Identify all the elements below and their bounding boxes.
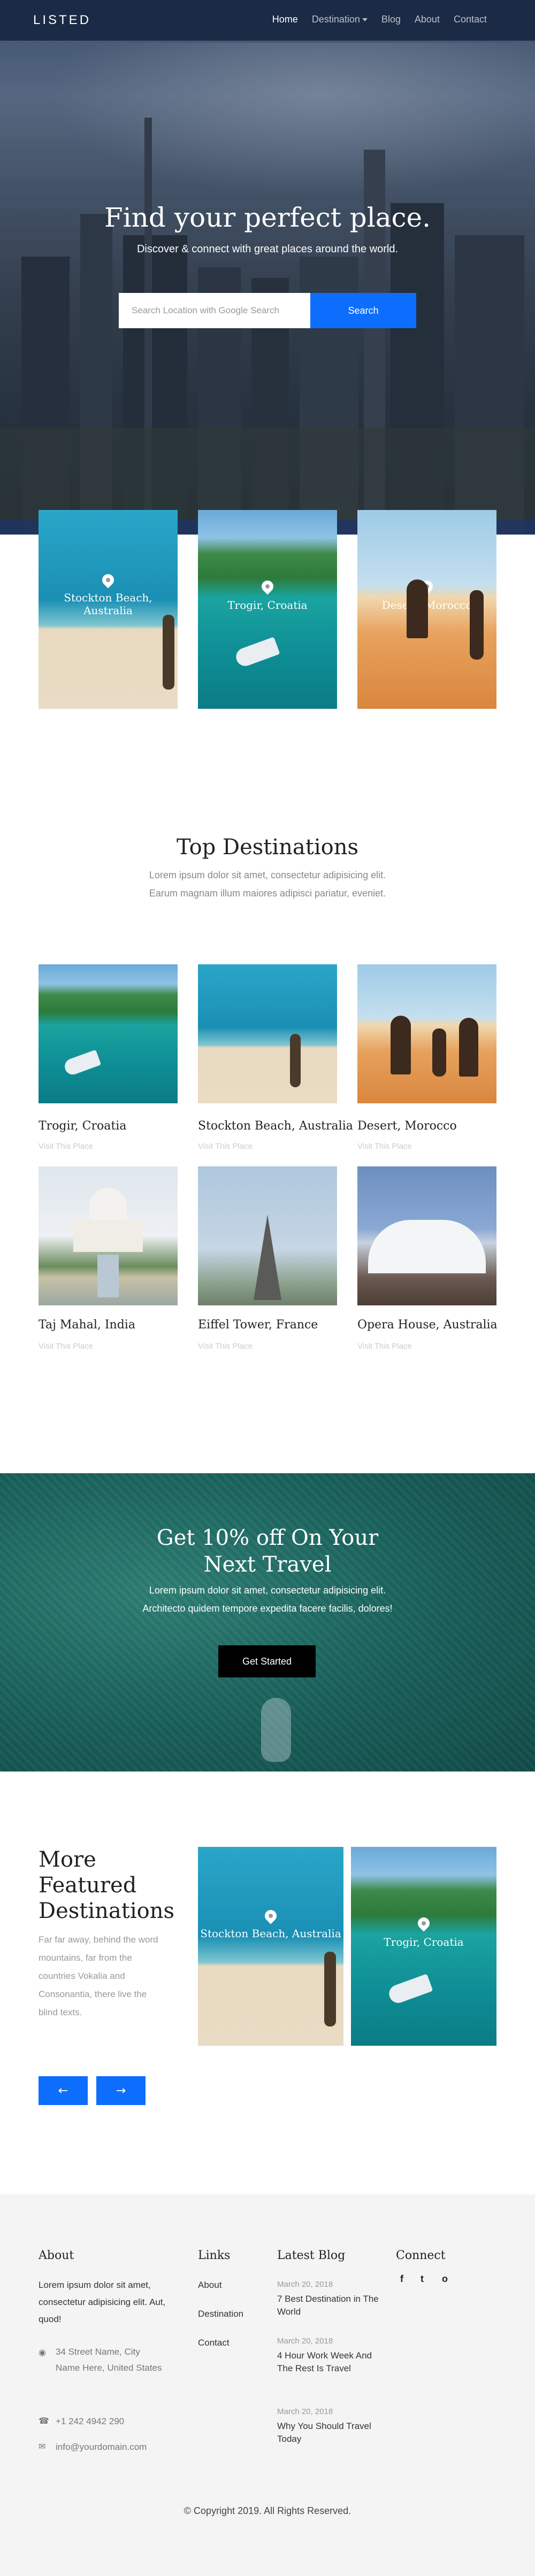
map-pin-icon: ◉: [39, 2348, 46, 2357]
destination-image[interactable]: [357, 1166, 496, 1305]
search-form: Search: [119, 293, 416, 328]
boat-figure: [62, 1049, 102, 1077]
featured-card-label: Trogir, Croatia: [384, 1936, 464, 1948]
phone-icon: ☎: [39, 2417, 49, 2426]
boat-figure: [233, 637, 280, 669]
nav-item-about[interactable]: About: [415, 14, 440, 25]
destination-name[interactable]: Opera House, Australia: [357, 1318, 498, 1332]
destination-image[interactable]: [198, 964, 337, 1103]
section-text: Lorem ipsum dolor sit amet, consectetur …: [149, 870, 386, 899]
destination-name[interactable]: Taj Mahal, India: [39, 1318, 135, 1332]
hero-section: Find your perfect place. Discover & conn…: [0, 0, 535, 535]
destination-image[interactable]: [39, 964, 178, 1103]
reflection-pool: [97, 1255, 119, 1297]
featured-text: Far far away, behind the word mountains,…: [39, 1935, 158, 2017]
camel-figure: [407, 579, 428, 638]
footer-links-title: Links: [198, 2249, 231, 2262]
person-figure: [163, 615, 174, 690]
promo-title: Get 10% off On Your Next Travel: [156, 1526, 379, 1577]
featured-card-label: Stockton Beach, Australia: [200, 1927, 341, 1940]
nav-item-home[interactable]: Home: [272, 14, 298, 25]
tower-figure: [254, 1214, 281, 1300]
hero-card[interactable]: Desert, Morocco: [357, 510, 496, 709]
email-icon: ✉: [39, 2442, 46, 2451]
facebook-icon[interactable]: f: [400, 2273, 403, 2285]
map-pin-icon: [259, 578, 276, 595]
destination-link[interactable]: Visit This Place: [198, 1142, 253, 1151]
copyright: © Copyright 2019. All Rights Reserved.: [184, 2505, 351, 2516]
featured-card[interactable]: Stockton Beach, Australia: [198, 1847, 343, 2046]
hero-title: Find your perfect place.: [104, 202, 431, 233]
hero-card-label: Stockton Beach, Australia: [64, 591, 152, 617]
prev-button[interactable]: ←: [39, 2076, 88, 2105]
footer: About Lorem ipsum dolor sit amet, consec…: [0, 2194, 535, 2576]
blog-post-title[interactable]: 4 Hour Work Week And The Rest Is Travel: [277, 2349, 379, 2375]
nav-item-destination[interactable]: Destination: [312, 14, 368, 25]
destination-link[interactable]: Visit This Place: [39, 1142, 93, 1151]
destination-image[interactable]: [198, 1166, 337, 1305]
person-figure: [324, 1952, 336, 2026]
search-input[interactable]: [119, 293, 310, 328]
blog-post-title[interactable]: 7 Best Destination in The World: [277, 2293, 379, 2318]
instagram-icon[interactable]: o: [442, 2273, 448, 2285]
footer-link-about[interactable]: About: [198, 2277, 221, 2294]
promo-text: Lorem ipsum dolor sit amet, consectetur …: [142, 1585, 393, 1614]
section-title: Top Destinations: [177, 835, 358, 860]
search-button[interactable]: Search: [310, 293, 416, 328]
brand-logo[interactable]: LISTED: [33, 13, 91, 28]
destination-image[interactable]: [357, 964, 496, 1103]
blog-post-date: March 20, 2018: [277, 2280, 333, 2289]
footer-address: 34 Street Name, City Name Here, United S…: [56, 2347, 162, 2373]
get-started-button[interactable]: Get Started: [218, 1645, 316, 1677]
destination-link[interactable]: Visit This Place: [357, 1342, 412, 1351]
hero-overlay: [0, 0, 535, 535]
destination-link[interactable]: Visit This Place: [39, 1342, 93, 1351]
person-figure: [432, 1028, 446, 1077]
hero-card[interactable]: Stockton Beach, Australia: [39, 510, 178, 709]
footer-about-title: About: [39, 2249, 74, 2262]
next-button[interactable]: →: [96, 2076, 146, 2105]
destination-name[interactable]: Eiffel Tower, France: [198, 1318, 318, 1332]
destination-name[interactable]: Stockton Beach, Australia: [198, 1119, 353, 1133]
blog-post-date: March 20, 2018: [277, 2337, 333, 2346]
camel-figure: [391, 1016, 411, 1074]
nav-item-contact[interactable]: Contact: [454, 14, 487, 25]
footer-phone[interactable]: +1 242 4942 290: [56, 2413, 124, 2430]
navbar: LISTED Home Destination Blog About Conta…: [0, 0, 535, 41]
hero-subtitle: Discover & connect with great places aro…: [136, 243, 399, 255]
person-figure: [290, 1034, 301, 1087]
opera-house-figure: [368, 1220, 486, 1273]
building-figure: [73, 1220, 143, 1252]
nav-item-destination-label: Destination: [311, 14, 360, 25]
promo-section: Get 10% off On Your Next Travel Lorem ip…: [0, 1473, 535, 1772]
blog-post-title[interactable]: Why You Should Travel Today: [277, 2420, 379, 2446]
chevron-down-icon: [362, 18, 368, 22]
map-pin-icon: [262, 1907, 279, 1924]
footer-link-destination[interactable]: Destination: [198, 2306, 243, 2323]
destination-name[interactable]: Trogir, Croatia: [39, 1119, 126, 1133]
destination-link[interactable]: Visit This Place: [198, 1342, 253, 1351]
boat-figure: [261, 1698, 291, 1762]
twitter-icon[interactable]: t: [421, 2273, 424, 2285]
blog-post-date: March 20, 2018: [277, 2407, 333, 2416]
featured-card[interactable]: Trogir, Croatia: [351, 1847, 496, 2046]
footer-about-text: Lorem ipsum dolor sit amet, consectetur …: [39, 2280, 166, 2324]
footer-email[interactable]: info@yourdomain.com: [56, 2439, 147, 2455]
destination-name[interactable]: Desert, Morocco: [357, 1119, 457, 1133]
hero-card[interactable]: Trogir, Croatia: [198, 510, 337, 709]
hero-card-label: Trogir, Croatia: [227, 599, 308, 612]
map-pin-icon: [100, 571, 117, 589]
camel-figure: [459, 1018, 478, 1077]
destination-link[interactable]: Visit This Place: [357, 1142, 412, 1151]
footer-blog-title: Latest Blog: [277, 2249, 346, 2262]
nav-menu: Home Destination Blog About Contact: [272, 14, 487, 25]
nav-item-blog[interactable]: Blog: [381, 14, 401, 25]
boat-figure: [386, 1974, 433, 2006]
footer-connect-title: Connect: [396, 2249, 446, 2262]
featured-title: More Featured Destinations: [39, 1847, 174, 1923]
map-pin-icon: [415, 1915, 432, 1932]
person-figure: [470, 590, 484, 660]
footer-link-contact[interactable]: Contact: [198, 2334, 230, 2351]
destination-image[interactable]: [39, 1166, 178, 1305]
